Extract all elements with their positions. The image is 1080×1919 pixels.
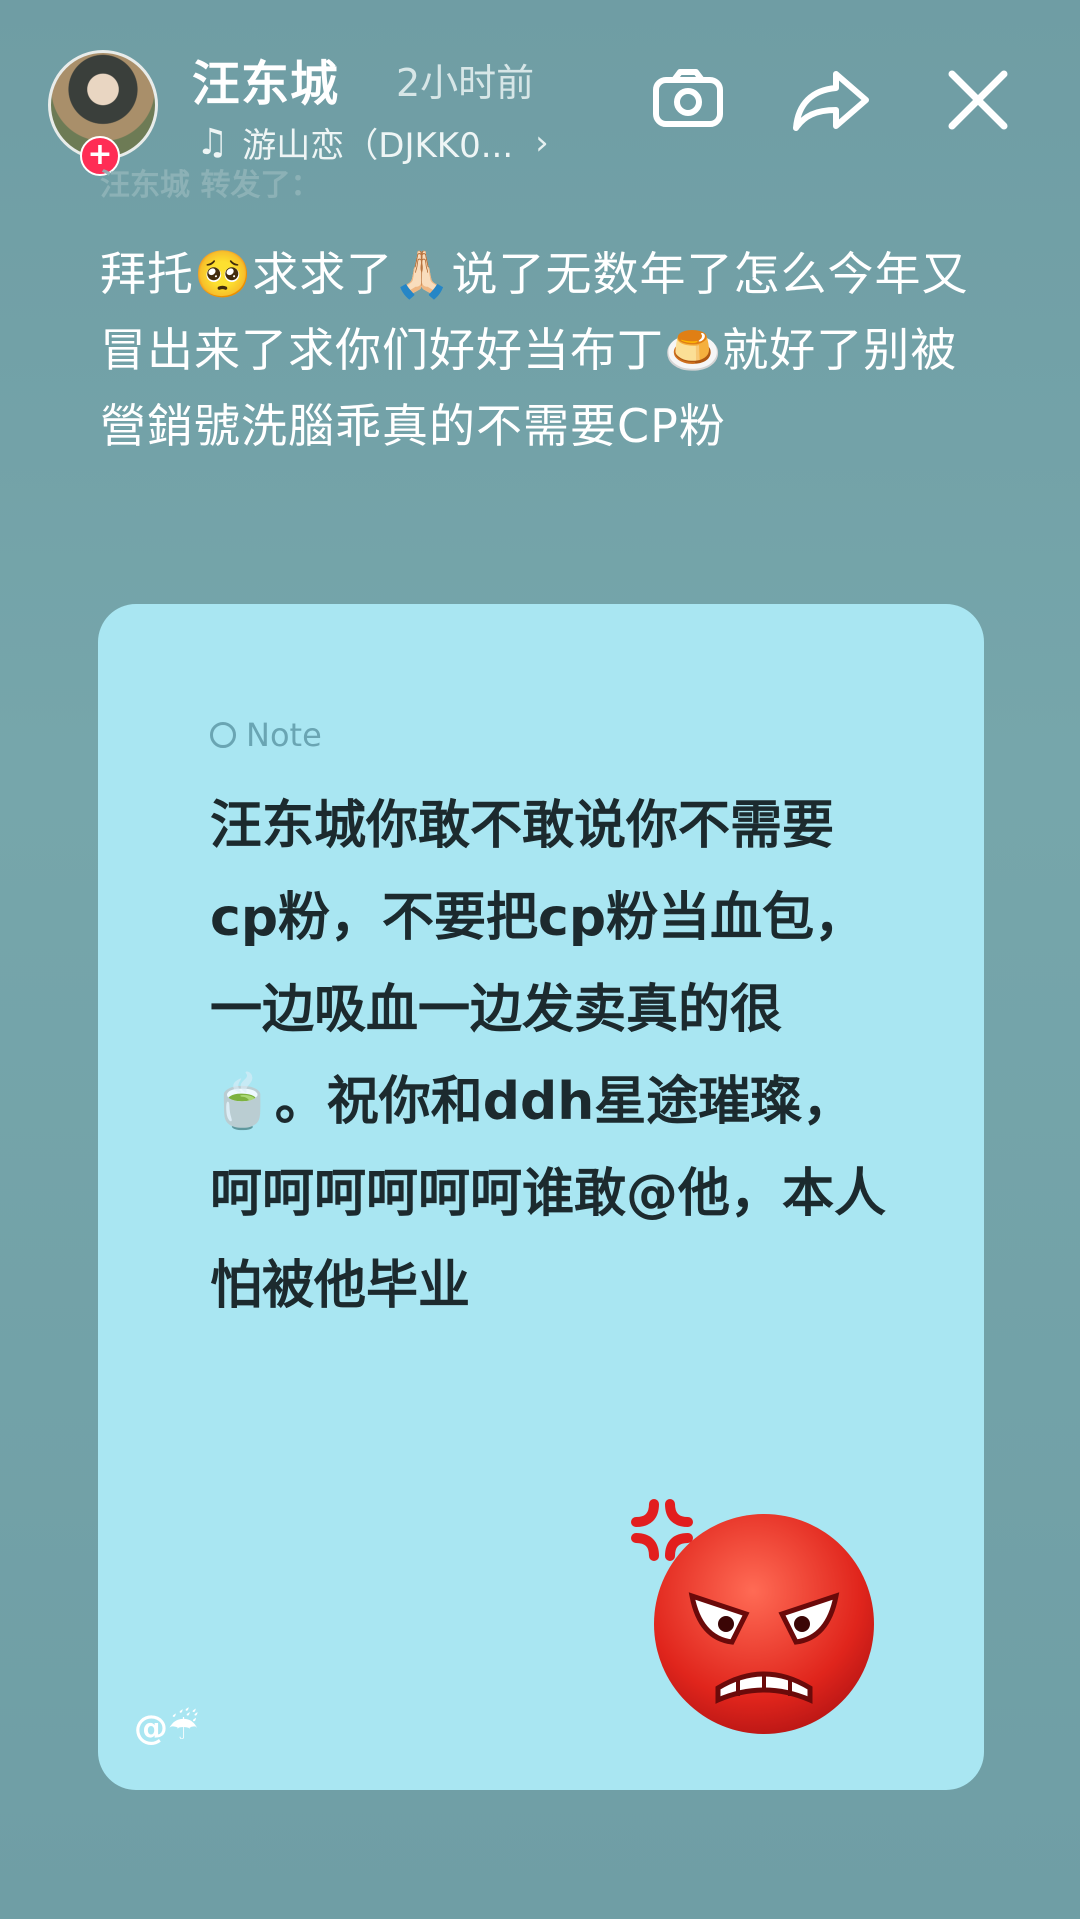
camera-icon[interactable] [652,68,724,128]
note-label-text: Note [246,716,322,754]
post-time: 2小时前 [396,61,535,105]
chevron-right-icon: › [535,122,549,163]
music-note-icon: ♫ [196,122,229,163]
post-header: + 汪东城 2小时前 ♫ 游山恋（DJKK0... › 汪东城 转发了： [0,0,1080,203]
note-circle-icon [210,722,236,748]
note-label: Note [210,716,322,754]
post-caption: 拜托🥺求求了🙏🏻说了无数年了怎么今年又冒出来了求你们好好当布丁🍮就好了别被營銷號… [100,247,969,453]
close-icon[interactable] [944,66,1012,134]
mention-tag[interactable]: @☔ [134,1708,198,1748]
note-body: 汪东城你敢不敢说你不需要cp粉，不要把cp粉当血包，一边吸血一边发卖真的很🍵。祝… [210,796,887,1316]
share-icon[interactable] [792,68,872,132]
angry-face-icon [631,1499,874,1734]
username[interactable]: 汪东城 [192,44,339,114]
repost-label: 汪东城 转发了： [100,168,321,203]
note-card[interactable]: Note 汪东城你敢不敢说你不需要cp粉，不要把cp粉当血包，一边吸血一边发卖真… [98,604,984,1790]
